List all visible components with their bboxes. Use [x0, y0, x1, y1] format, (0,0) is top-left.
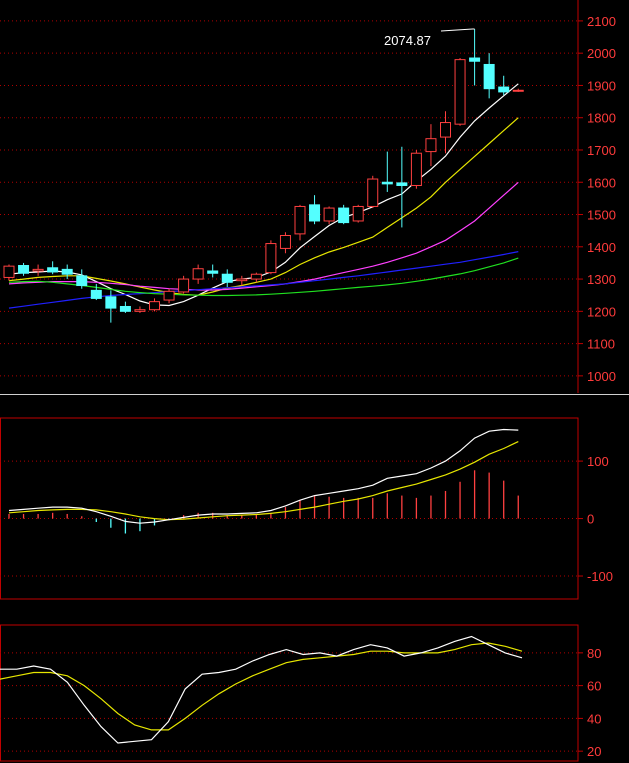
price-tick-label: 1000: [587, 369, 616, 384]
candle-up: [279, 234, 291, 249]
macd-tick-label: 100: [587, 454, 609, 469]
candle-up: [352, 205, 364, 222]
price-tick-label: 1900: [587, 78, 616, 93]
stock-chart: 2100 2000 1900 1800 1700 1600 1500 1400 1300 1200…: [0, 0, 629, 763]
candle-down: [47, 267, 59, 273]
price-tick-label: 1300: [587, 272, 616, 287]
price-tick-label: 1800: [587, 111, 616, 126]
price-tick-label: 2100: [587, 14, 616, 29]
candle-up: [250, 273, 262, 280]
candle-up: [178, 278, 190, 293]
candle-down: [483, 63, 495, 90]
price-tick-label: 2000: [587, 46, 616, 61]
candle-down: [396, 182, 408, 186]
price-tick-label: 1200: [587, 304, 616, 319]
candle-down: [221, 273, 233, 283]
candle-down: [498, 86, 510, 93]
candle-up: [425, 138, 437, 153]
price-tick-label: 1400: [587, 240, 616, 255]
candle-up: [149, 301, 160, 311]
macd-tick-label: -100: [587, 569, 613, 584]
candle-down: [90, 289, 102, 299]
candle-up: [367, 178, 379, 207]
candle-up: [294, 205, 306, 235]
candle-up: [163, 290, 175, 301]
candle-down: [469, 57, 481, 62]
candle-up: [134, 309, 146, 312]
kdj-tick-label: 60: [587, 679, 601, 694]
candle-up: [410, 152, 422, 186]
candle-up: [236, 278, 248, 282]
candle-down: [381, 181, 393, 185]
candle-up: [323, 207, 335, 222]
candle-up: [3, 265, 15, 278]
candle-down: [76, 275, 88, 287]
candle-down: [119, 305, 131, 312]
candle-down: [338, 207, 350, 224]
macd-tick-label: 0: [587, 512, 594, 527]
candle-up: [265, 243, 277, 274]
candle-down: [18, 265, 30, 274]
price-tick-label: 1100: [587, 337, 615, 352]
candle-up: [440, 122, 451, 138]
kdj-tick-label: 20: [587, 744, 601, 759]
price-tick-label: 1500: [587, 208, 616, 223]
candle-up: [192, 268, 204, 280]
candle-up: [32, 268, 44, 272]
chart-background: [0, 0, 629, 763]
price-tick-label: 1600: [587, 175, 616, 190]
candle-down: [309, 204, 321, 222]
candle-down: [207, 270, 219, 274]
max-price-label: 2074.87: [384, 33, 431, 48]
kdj-tick-label: 40: [587, 711, 601, 726]
candle-up: [454, 59, 466, 125]
kdj-tick-label: 80: [587, 646, 601, 661]
candle-up: [512, 89, 524, 92]
candle-down: [61, 268, 73, 275]
candle-down: [105, 296, 117, 309]
price-tick-label: 1700: [587, 143, 616, 158]
